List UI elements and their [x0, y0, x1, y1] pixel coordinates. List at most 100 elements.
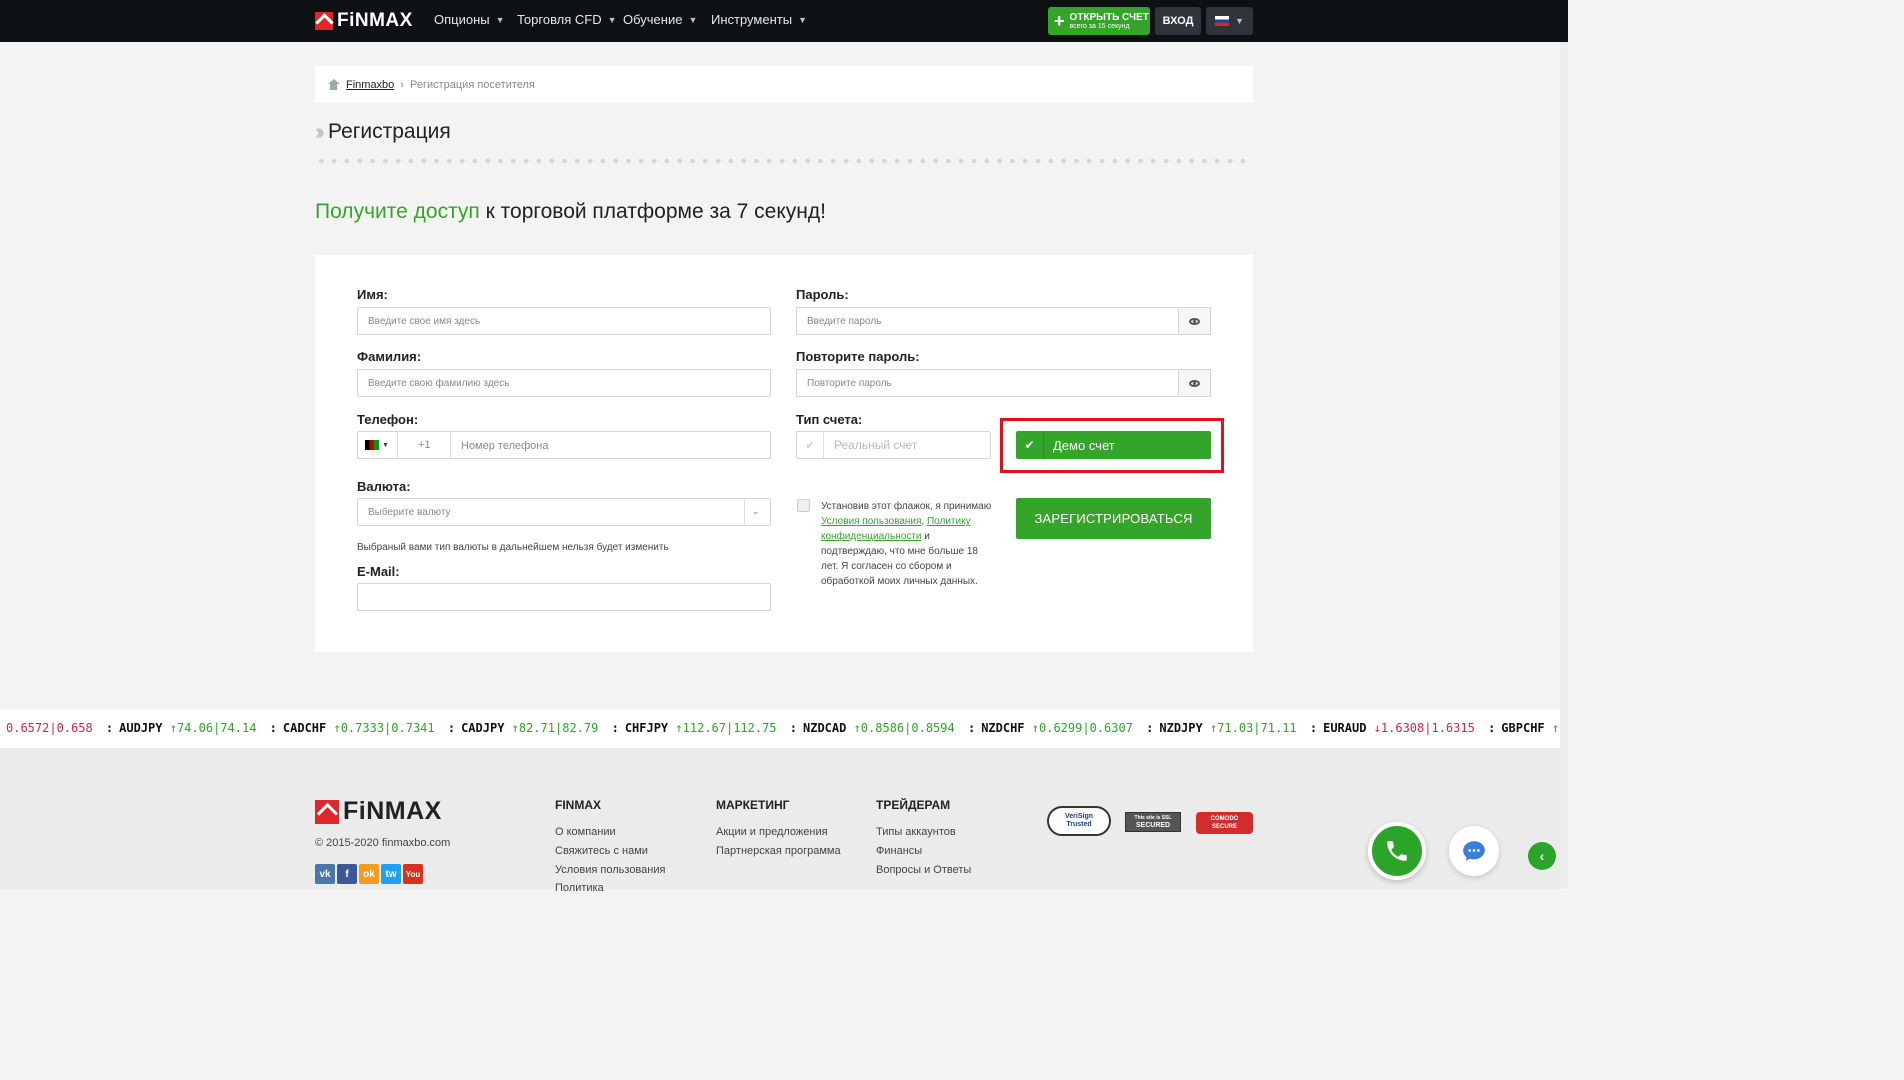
- show-password-button[interactable]: [1179, 307, 1211, 335]
- open-account-button[interactable]: + ОТКРЫТЬ СЧЕТ всего за 15 секунд: [1048, 7, 1150, 35]
- terms-link[interactable]: Условия пользования: [821, 516, 921, 527]
- login-button[interactable]: ВХОД: [1155, 7, 1201, 35]
- chevron-down-icon: ▼: [688, 14, 698, 25]
- verisign-line2: Trusted: [1066, 821, 1092, 828]
- page-scrollbar[interactable]: [1560, 42, 1568, 889]
- phone-code: +1: [418, 439, 431, 451]
- footer-link-contact[interactable]: Свяжитесь с нами: [555, 845, 648, 857]
- footer-link-faq[interactable]: Вопросы и Ответы: [876, 864, 971, 876]
- ticker-separator: :: [269, 721, 277, 735]
- account-type-real-option[interactable]: ✔ Реальный счет: [796, 431, 991, 459]
- first-name-input[interactable]: Введите свое имя здесь: [357, 307, 771, 335]
- repeat-password-label: Повторите пароль:: [796, 349, 920, 364]
- footer-link-policy[interactable]: Политика: [555, 882, 604, 894]
- footer-link-finance[interactable]: Финансы: [876, 845, 922, 857]
- call-button[interactable]: [1368, 822, 1426, 880]
- phone-number-input[interactable]: Номер телефона: [461, 440, 548, 452]
- nav-education-label: Обучение: [623, 12, 683, 27]
- account-type-real-label: Реальный счет: [834, 438, 918, 452]
- first-name-label: Имя:: [357, 287, 388, 302]
- odnoklassniki-icon[interactable]: ok: [359, 864, 379, 884]
- home-icon[interactable]: [327, 79, 340, 90]
- email-label: E-Mail:: [357, 564, 400, 579]
- verisign-badge: VeriSign Trusted: [1047, 806, 1111, 836]
- password-label: Пароль:: [796, 287, 849, 302]
- ticker-quote: ↑71.03|71.11: [1209, 721, 1304, 735]
- footer-logo[interactable]: FiNMAX: [315, 797, 442, 826]
- breadcrumb-current: Регистрация посетителя: [409, 78, 535, 91]
- brand-logo[interactable]: FiNMAX: [315, 10, 413, 32]
- nav-options[interactable]: Опционы ▼: [434, 12, 505, 27]
- divider: [397, 432, 398, 458]
- currency-note: Выбраный вами тип валюты в дальнейшем не…: [357, 542, 669, 553]
- consent-checkbox[interactable]: [797, 499, 810, 512]
- footer-col-finmax-title: FINMAX: [555, 798, 601, 812]
- footer-link-account-types[interactable]: Типы аккаунтов: [876, 826, 956, 838]
- nav-tools[interactable]: Инструменты ▼: [711, 12, 807, 27]
- quotes-ticker: 0.6572|0.658 : AUDJPY ↑74.06|74.14 : CADCH…: [0, 709, 1560, 748]
- last-name-input[interactable]: Введите свою фамилию здесь: [357, 369, 771, 397]
- twitter-icon[interactable]: tw: [381, 864, 401, 884]
- phone-label: Телефон:: [357, 412, 419, 427]
- finmax-logo-icon: [315, 12, 333, 30]
- ticker-track: 0.6572|0.658 : AUDJPY ↑74.06|74.14 : CADCH…: [6, 721, 1560, 735]
- breadcrumb-home-link[interactable]: Finmaxbo: [346, 79, 394, 91]
- footer-link-affiliate[interactable]: Партнерская программа: [716, 845, 841, 857]
- youtube-icon[interactable]: You: [403, 864, 423, 884]
- caret-down-icon: ▼: [382, 441, 389, 449]
- breadcrumb-separator: ›: [400, 78, 404, 91]
- ticker-quote: ↑112.67|112.75: [675, 721, 784, 735]
- page-title: ››› Регистрация: [315, 119, 451, 145]
- highlight-box: [1000, 418, 1224, 473]
- email-input[interactable]: [357, 583, 771, 611]
- footer: [0, 748, 1560, 889]
- consent-pre: Установив этот флажок, я принимаю: [821, 501, 992, 512]
- account-type-label: Тип счета:: [796, 412, 863, 427]
- headline-accent: Получите доступ: [315, 200, 480, 223]
- register-button[interactable]: ЗАРЕГИСТРИРОВАТЬСЯ: [1016, 498, 1211, 539]
- repeat-password-input[interactable]: Повторите пароль: [796, 369, 1179, 397]
- check-icon: ✔: [797, 432, 824, 458]
- ticker-symbol: CHFJPY: [624, 721, 676, 735]
- footer-link-terms[interactable]: Условия пользования: [555, 864, 665, 876]
- chevron-left-icon: ‹: [1539, 848, 1545, 864]
- chat-button[interactable]: [1449, 826, 1499, 876]
- open-account-title: ОТКРЫТЬ СЧЕТ: [1069, 11, 1149, 23]
- currency-label: Валюта:: [357, 479, 411, 494]
- divider: [450, 432, 451, 458]
- password-input[interactable]: Введите пароль: [796, 307, 1179, 335]
- ticker-separator: :: [447, 721, 456, 735]
- show-repeat-password-button[interactable]: [1179, 369, 1211, 397]
- comodo-line1: COMODO: [1210, 816, 1239, 822]
- open-account-subtitle: всего за 15 секунд: [1069, 22, 1130, 30]
- copyright: © 2015-2020 finmaxbo.com: [315, 837, 451, 849]
- top-navbar: FiNMAX Опционы ▼ Торговля CFD ▼ Обучение ▼ …: [0, 0, 1568, 42]
- ticker-symbol: NZDCAD: [803, 721, 854, 735]
- plus-icon: +: [1054, 11, 1065, 31]
- footer-link-about[interactable]: О компании: [555, 826, 616, 838]
- currency-select[interactable]: Выберите валюту: [357, 498, 771, 526]
- ticker-separator: :: [967, 721, 976, 735]
- collapse-arrow-button[interactable]: ‹: [1528, 842, 1556, 870]
- nav-options-label: Опционы: [434, 12, 490, 27]
- nav-cfd[interactable]: Торговля CFD ▼: [517, 12, 617, 27]
- ticker-quote: ↑1.2622|1.2629: [1551, 721, 1560, 735]
- divider: [744, 499, 745, 525]
- ticker-separator: :: [789, 721, 797, 735]
- ticker-quote: ↑74.06|74.14: [169, 721, 264, 735]
- ssl-line2: SECURED: [1135, 822, 1171, 829]
- ticker-separator: :: [1488, 721, 1496, 735]
- headline: Получите доступ к торговой платформе за …: [315, 200, 826, 224]
- nav-education[interactable]: Обучение ▼: [623, 12, 697, 27]
- country-code-selector[interactable]: ▼: [365, 440, 389, 450]
- eye-icon: [1189, 379, 1200, 387]
- social-links: vk f ok tw You: [315, 864, 423, 884]
- finmax-logo-icon: [315, 799, 339, 824]
- footer-link-promotions[interactable]: Акции и предложения: [716, 826, 828, 838]
- page-title-text: Регистрация: [327, 120, 451, 143]
- facebook-icon[interactable]: f: [337, 864, 357, 884]
- breadcrumb: Finmaxbo › Регистрация посетителя: [315, 66, 1253, 103]
- chevron-down-icon: ⌄: [752, 506, 760, 516]
- vk-icon[interactable]: vk: [315, 864, 335, 884]
- language-selector[interactable]: ▼: [1206, 7, 1253, 35]
